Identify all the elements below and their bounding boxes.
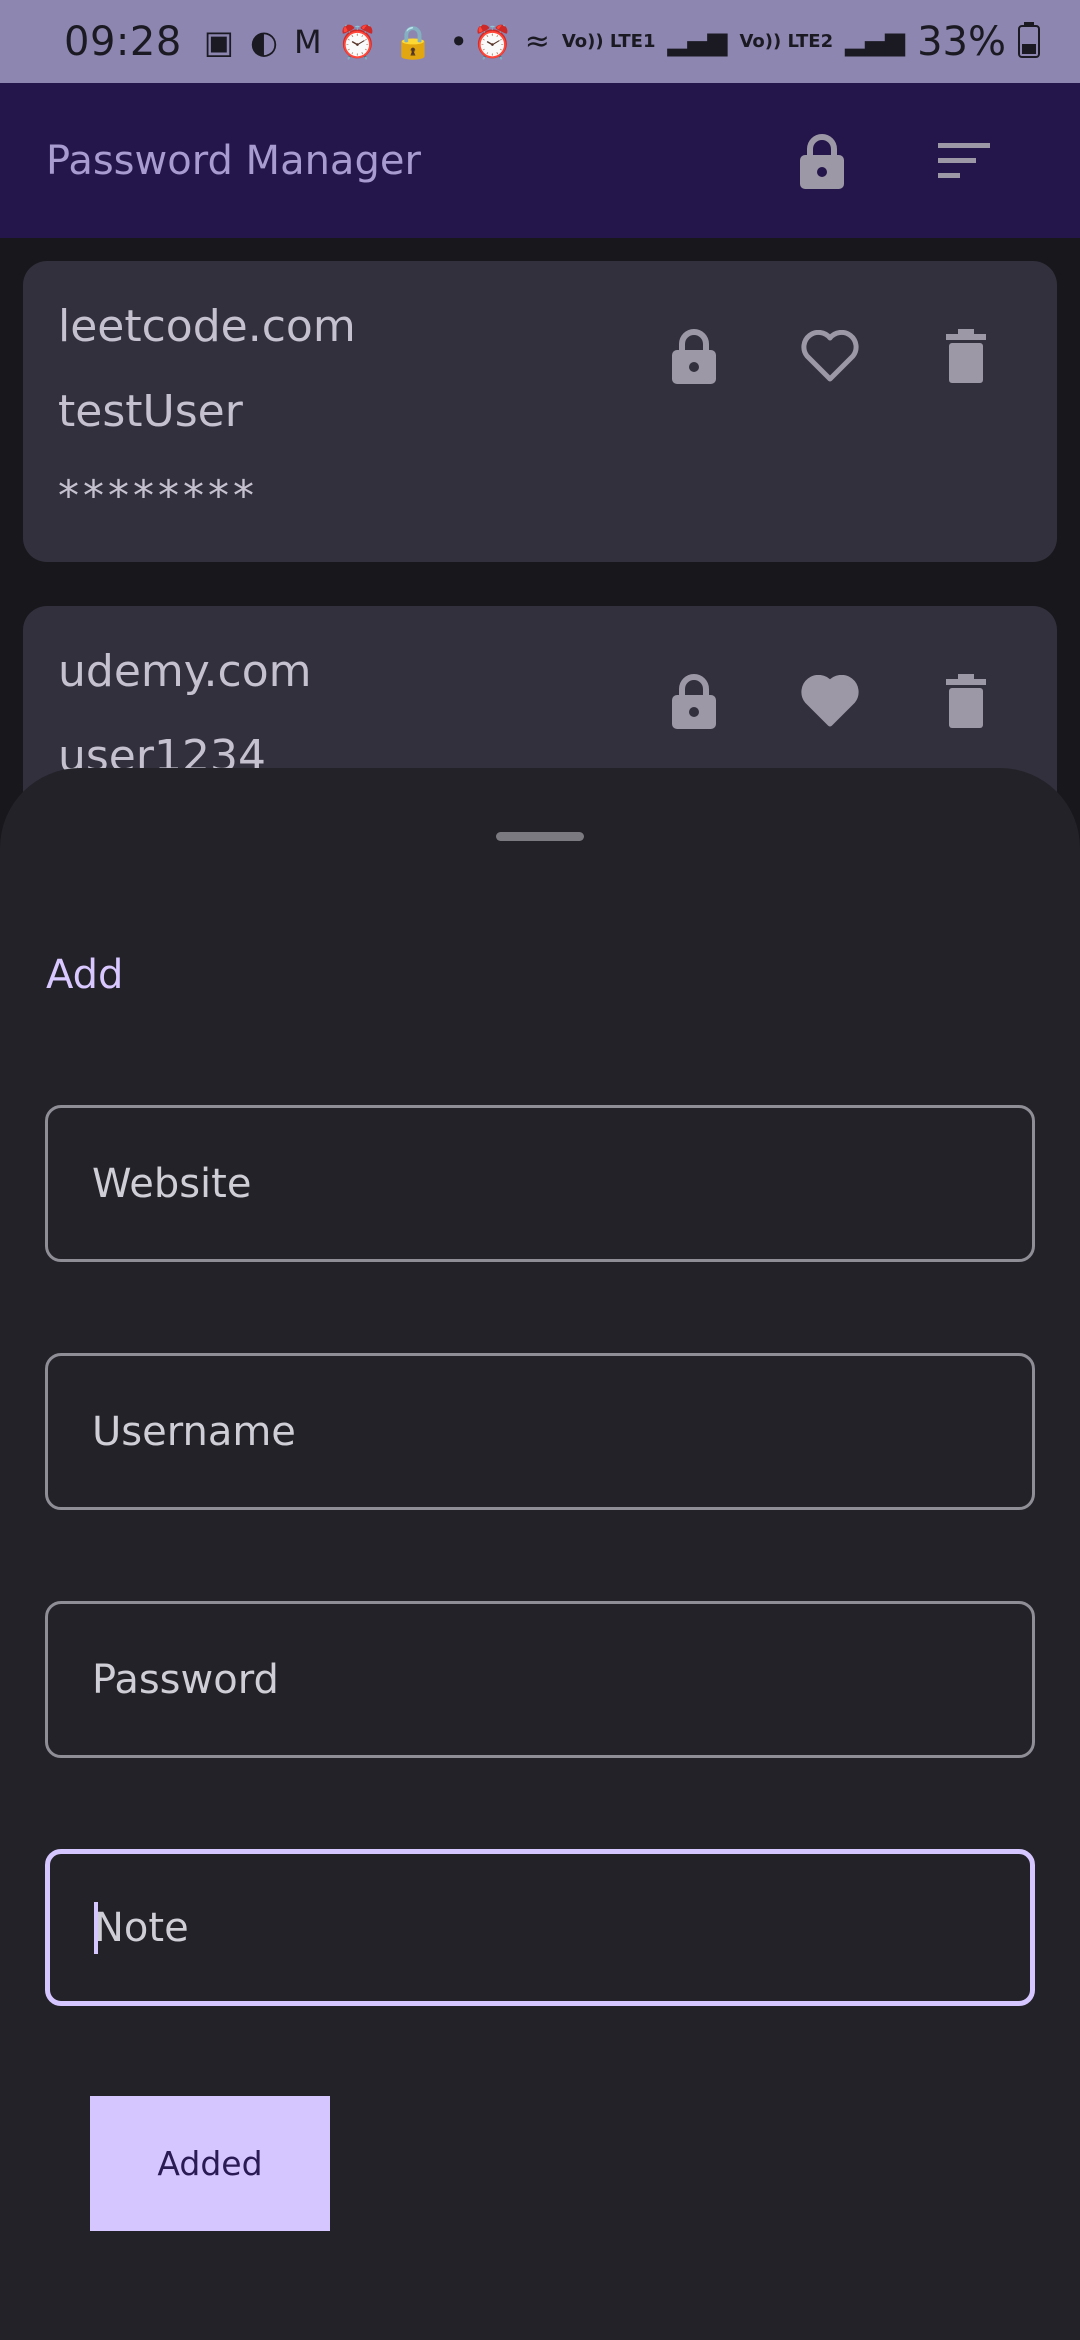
password-card[interactable]: leetcode.com testUser ******** xyxy=(23,261,1057,562)
card-website: leetcode.com xyxy=(58,301,356,352)
weather-icon: ◐ xyxy=(250,22,278,61)
drag-handle[interactable] xyxy=(496,832,584,841)
delete-button[interactable] xyxy=(937,326,995,386)
wifi-icon: ≈ xyxy=(524,24,550,59)
signal-bars-icon: ▂▄▆ xyxy=(845,26,906,57)
trash-icon xyxy=(946,674,986,728)
add-bottom-sheet: Add Added xyxy=(0,768,1080,2340)
password-input[interactable] xyxy=(92,1656,1032,1703)
website-input[interactable] xyxy=(92,1160,1032,1207)
text-caret xyxy=(94,1901,98,1954)
app-bar-actions xyxy=(792,131,994,191)
battery-icon xyxy=(1018,21,1040,62)
signal-lte1: Vo)) LTE1 xyxy=(561,30,656,52)
lock-icon xyxy=(800,133,844,189)
added-button[interactable]: Added xyxy=(90,2096,330,2231)
battery-percent: 33% xyxy=(917,18,1006,65)
card-actions xyxy=(665,326,995,386)
signal-lte2: Vo)) LTE2 xyxy=(739,30,834,52)
sheet-title: Add xyxy=(46,952,124,998)
favorite-button[interactable] xyxy=(801,671,859,731)
app-title: Password Manager xyxy=(46,137,421,184)
lock-icon: 🔒 xyxy=(393,22,434,61)
card-password: ******** xyxy=(58,471,258,520)
delete-button[interactable] xyxy=(937,671,995,731)
reveal-password-button[interactable] xyxy=(665,326,723,386)
signal-bars-icon: ▂▄▆ xyxy=(667,26,728,57)
heart-outline-icon xyxy=(801,330,859,382)
lock-button[interactable] xyxy=(792,131,852,191)
trash-icon xyxy=(946,329,986,383)
password-field[interactable] xyxy=(45,1601,1035,1758)
alarm-icon: ⏰ xyxy=(472,22,513,61)
heart-filled-icon xyxy=(801,675,859,727)
notification-icons: ▣ ◐ M ⏰ 🔒 • xyxy=(204,26,468,58)
sort-icon xyxy=(938,142,990,178)
note-input[interactable] xyxy=(94,1904,1030,1951)
status-bar: 09:28 ▣ ◐ M ⏰ 🔒 • ⏰ ≈ Vo)) LTE1 ▂▄▆ Vo))… xyxy=(0,0,1080,83)
username-field[interactable] xyxy=(45,1353,1035,1510)
status-right: ⏰ ≈ Vo)) LTE1 ▂▄▆ Vo)) LTE2 ▂▄▆ 33% xyxy=(473,19,1040,65)
sort-button[interactable] xyxy=(934,131,994,191)
lock-icon xyxy=(672,674,716,729)
lock-icon xyxy=(672,329,716,384)
s-icon: ▣ xyxy=(203,22,235,61)
status-time: 09:28 xyxy=(64,18,182,65)
reveal-password-button[interactable] xyxy=(665,671,723,731)
alarm-icon: ⏰ xyxy=(337,22,378,61)
app-bar: Password Manager xyxy=(0,83,1080,238)
favorite-button[interactable] xyxy=(801,326,859,386)
website-field[interactable] xyxy=(45,1105,1035,1262)
card-actions xyxy=(665,671,995,731)
username-input[interactable] xyxy=(92,1408,1032,1455)
card-website: udemy.com xyxy=(58,646,312,697)
note-field[interactable] xyxy=(45,1849,1035,2006)
dot-icon: • xyxy=(449,22,469,61)
card-username: testUser xyxy=(58,386,243,437)
gmail-icon: M xyxy=(293,22,322,61)
